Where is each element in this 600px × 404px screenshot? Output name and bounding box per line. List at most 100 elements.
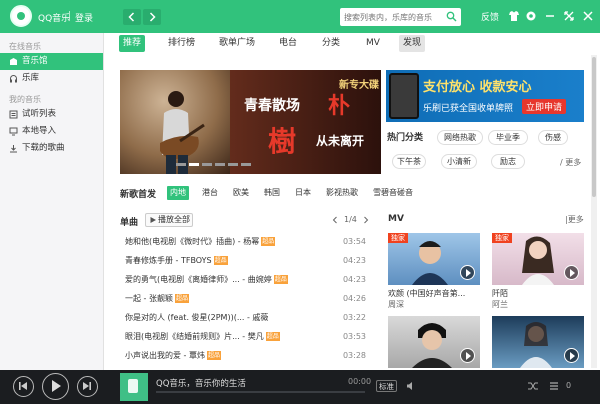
album-cover[interactable] (120, 373, 148, 401)
hot-tag[interactable]: 小清新 (441, 154, 477, 169)
banner-dot[interactable] (228, 163, 238, 166)
table-row[interactable]: 青春修炼手册 - TFBOYS 超品 04:23 (125, 252, 366, 270)
sidebar-item-label: 本地导入 (22, 126, 57, 136)
table-row[interactable]: 你是对的人 (feat. 俊星(2PM))(... - 戚薇 03:22 (125, 309, 366, 327)
hot-more-link[interactable]: / 更多 (560, 157, 581, 168)
tab-radio[interactable]: 电台 (275, 35, 301, 52)
login-link[interactable]: 登录 (75, 11, 93, 24)
mv-thumbnail[interactable] (388, 316, 480, 368)
mv-thumbnail[interactable]: 独家 (388, 233, 480, 285)
hot-tag[interactable]: 网络热歌 (437, 130, 483, 145)
search-icon[interactable] (446, 11, 457, 22)
mv-item-artist[interactable]: 周深 (388, 299, 404, 310)
hot-tag[interactable]: 下午茶 (392, 154, 426, 169)
feedback-link[interactable]: 反馈 (481, 10, 499, 23)
sidebar-item-trial-list[interactable]: 试听列表 (0, 106, 103, 123)
tab-recommend[interactable]: 推荐 (119, 35, 146, 52)
banner-dot[interactable] (241, 163, 251, 166)
chevron-left-icon[interactable] (331, 216, 339, 224)
hot-tag[interactable]: 励志 (491, 154, 525, 169)
ad-apply-button[interactable]: 立即申请 (522, 99, 567, 114)
song-title[interactable]: 一起 - 张靓颖 超品 (125, 290, 189, 308)
next-button[interactable] (77, 376, 98, 397)
song-title[interactable]: 眼泪(电视剧《结婚前规则》片... - 樊凡 超品 (125, 328, 280, 346)
tab-charts[interactable]: 排行榜 (164, 35, 199, 52)
table-row[interactable]: 眼泪(电视剧《结婚前规则》片... - 樊凡 超品 03:53 (125, 328, 366, 346)
mv-item-title[interactable]: 欢颜 (中国好声音第... (388, 288, 465, 299)
sidebar-item-library[interactable]: 乐库 (0, 70, 103, 87)
sidebar-item-music-hall[interactable]: 音乐馆 (0, 53, 103, 70)
song-title[interactable]: 小声说出我的爱 - 覃炜 超品 (125, 347, 221, 365)
singer-with-guitar-image (160, 91, 205, 174)
table-row[interactable]: 她和他(电视剧《微时代》插曲) - 杨幂 超品 03:54 (125, 233, 366, 251)
region-tab[interactable]: 欧美 (230, 186, 252, 200)
mv-item-title[interactable]: 阡陌 (492, 288, 508, 299)
play-all-button[interactable]: 播放全部 (145, 213, 193, 227)
song-title[interactable]: 你是对的人 (feat. 俊星(2PM))(... - 戚薇 (125, 309, 268, 327)
playlist-icon[interactable] (548, 380, 560, 392)
region-tab[interactable]: 日本 (292, 186, 314, 200)
mv-more-link[interactable]: |更多 (565, 214, 584, 225)
sidebar-item-local-import[interactable]: 本地导入 (0, 123, 103, 140)
quality-selector[interactable]: 标准 (376, 380, 397, 392)
hq-badge: 超品 (174, 294, 189, 303)
play-icon[interactable] (564, 348, 579, 363)
download-icon (10, 145, 17, 153)
singles-title: 单曲 (120, 218, 139, 228)
mv-badge: 独家 (388, 233, 408, 243)
play-all-label: 播放全部 (158, 215, 190, 224)
mv-thumbnail[interactable]: 独家 (492, 233, 584, 285)
play-icon[interactable] (460, 348, 475, 363)
qq-music-logo-icon[interactable] (10, 5, 32, 27)
main-scrollbar[interactable] (591, 55, 597, 368)
close-icon[interactable] (581, 9, 595, 23)
tab-playlists[interactable]: 歌单广场 (215, 35, 259, 52)
chevron-right-icon (149, 12, 156, 22)
song-title[interactable]: 爱的勇气(电视剧《离婚律师》... - 曲婉婷 超品 (125, 271, 288, 289)
forward-button[interactable] (143, 9, 161, 25)
hot-tag[interactable]: 伤感 (538, 130, 568, 145)
back-button[interactable] (123, 9, 141, 25)
mv-item-artist[interactable]: 阿兰 (492, 299, 508, 310)
table-row[interactable]: 小声说出我的爱 - 覃炜 超品 03:28 (125, 347, 366, 365)
banner-dot[interactable] (202, 163, 212, 166)
skin-icon[interactable] (507, 9, 521, 23)
banner-dot[interactable] (215, 163, 225, 166)
previous-button[interactable] (13, 376, 34, 397)
play-icon[interactable] (460, 265, 475, 280)
tab-discover[interactable]: 发现 (399, 35, 426, 52)
region-tab[interactable]: 韩国 (261, 186, 283, 200)
tab-categories[interactable]: 分类 (318, 35, 344, 52)
region-tab[interactable]: 港台 (199, 186, 221, 200)
mv-thumbnail[interactable] (492, 316, 584, 368)
mini-mode-icon[interactable] (562, 9, 576, 23)
minimize-icon[interactable] (543, 9, 557, 23)
progress-bar[interactable] (156, 391, 365, 393)
banner-dot-active[interactable] (189, 163, 199, 166)
singles-pager: 1/4 (344, 215, 357, 224)
shuffle-icon[interactable] (527, 380, 539, 392)
song-title[interactable]: 她和他(电视剧《微时代》插曲) - 杨幂 超品 (125, 233, 276, 251)
table-row[interactable]: 爱的勇气(电视剧《离婚律师》... - 曲婉婷 超品 04:23 (125, 271, 366, 289)
scrollbar-thumb[interactable] (592, 57, 596, 197)
banner-dot[interactable] (176, 163, 186, 166)
region-tab[interactable]: 内地 (167, 186, 189, 200)
banner-subline: 从未离开 (316, 134, 365, 148)
featured-banner[interactable]: 新专大碟 青春散场 朴 樹 从未离开 (120, 70, 381, 174)
play-button[interactable] (42, 373, 69, 400)
chevron-right-icon[interactable] (362, 216, 370, 224)
search-box[interactable] (340, 8, 461, 26)
sidebar-item-downloads[interactable]: 下载的歌曲 (0, 140, 103, 157)
song-title[interactable]: 青春修炼手册 - TFBOYS 超品 (125, 252, 228, 270)
ad-banner[interactable]: 支付放心 收款安心 乐刷已获全国收单牌照 立即申请 (386, 70, 584, 122)
volume-icon[interactable] (405, 380, 417, 392)
region-tab[interactable]: 影视热歌 (323, 186, 361, 200)
table-row[interactable]: 一起 - 张靓颖 超品 04:26 (125, 290, 366, 308)
tab-mv[interactable]: MV (362, 35, 384, 52)
hot-tag[interactable]: 毕业季 (488, 130, 528, 145)
region-tab[interactable]: 雪碧音碰音 (370, 186, 416, 200)
app-name: QQ音乐 (38, 14, 71, 24)
search-input[interactable] (344, 10, 442, 24)
gear-icon[interactable] (524, 9, 538, 23)
play-icon[interactable] (564, 265, 579, 280)
